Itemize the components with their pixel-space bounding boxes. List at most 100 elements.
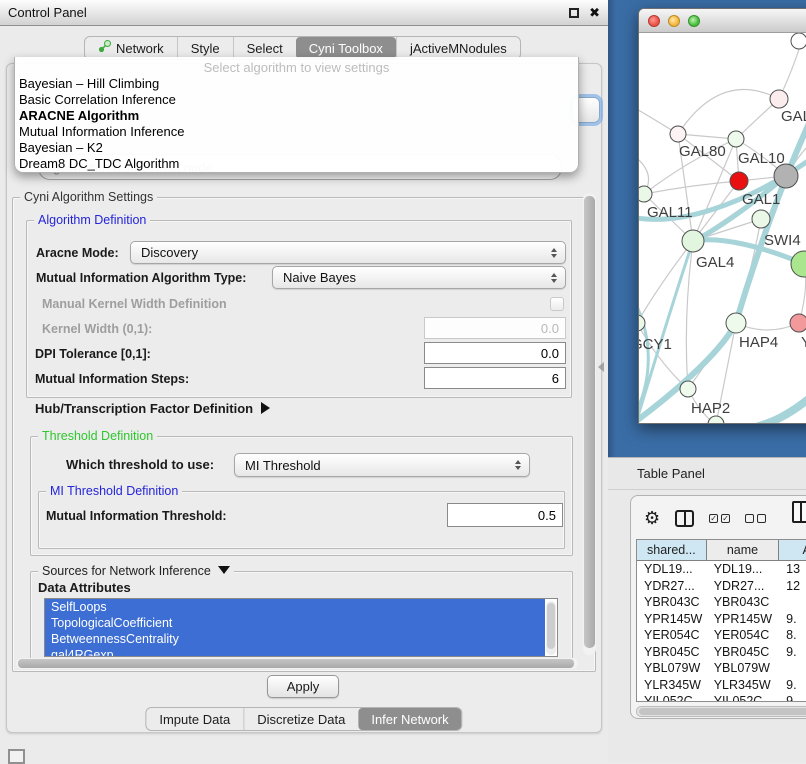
which-threshold-label: Which threshold to use: [66,457,214,472]
network-node-gal10[interactable] [728,131,744,147]
table-row[interactable]: YDR27...YDR27...12 [637,578,806,595]
network-node-gal80[interactable] [670,126,686,142]
attribute-item-selected[interactable]: SelfLoops [45,599,545,615]
network-node[interactable] [791,251,806,277]
desktop-background: GALGAL80GAL10GAL1GAL11SWI4GAL4HAP4YGCY1H… [608,0,806,457]
table-cell: YPR145W [707,612,779,626]
table-cell: YBR045C [637,645,707,659]
attribute-item-selected[interactable]: TopologicalCoefficient [45,615,545,631]
mi-type-combo[interactable]: Naive Bayes [272,266,566,289]
column-header[interactable]: name [707,540,780,561]
aracne-mode-value: Discovery [131,245,547,260]
algorithm-option[interactable]: Bayesian – Hill Climbing [15,76,578,92]
checked-boxes-icon[interactable]: ✓✓ [709,514,730,523]
dpi-tolerance-field[interactable] [424,342,566,364]
network-node-hap4[interactable] [726,313,746,333]
gear-icon[interactable]: ⚙ [644,508,660,528]
unchecked-boxes-icon[interactable] [745,514,766,523]
algorithm-option[interactable]: Dream8 DC_TDC Algorithm [15,156,578,172]
table-row[interactable]: YBL079WYBL079W [637,660,806,677]
list-scrollbar-thumb[interactable] [547,603,555,649]
table-cell: YIL052C [707,694,779,702]
bottom-tabbar: Impute DataDiscretize DataInfer Network [145,707,462,731]
hub-definition-expander[interactable]: Hub/Transcription Factor Definition [35,401,270,416]
tab-infer-network[interactable]: Infer Network [358,708,461,730]
algorithm-dropdown-popup: Select algorithm to view settings Bayesi… [14,57,579,173]
tab-network[interactable]: Network [85,37,177,59]
tab-cyni-toolbox[interactable]: Cyni Toolbox [296,37,396,59]
table-horizontal-thumb[interactable] [639,708,806,715]
network-node[interactable] [708,416,724,424]
network-canvas[interactable]: GALGAL80GAL10GAL1GAL11SWI4GAL4HAP4YGCY1H… [639,33,806,424]
apply-button[interactable]: Apply [267,675,339,698]
table-panel-titlebar: Table Panel [608,457,806,490]
table-cell: YPR145W [637,612,707,626]
network-node[interactable] [791,33,806,49]
list-scrollbar[interactable] [546,601,556,655]
table-row[interactable]: YDL19...YDL19...13 [637,561,806,578]
combo-arrows-icon [547,273,561,283]
tab-impute-data[interactable]: Impute Data [146,708,243,730]
table-row[interactable]: YBR043CYBR043C [637,594,806,611]
tab-label: jActiveMNodules [410,41,507,56]
node-label: GAL [781,108,806,125]
network-node[interactable] [774,164,798,188]
manual-kernel-checkbox[interactable] [550,297,564,311]
network-node-gal4[interactable] [682,230,704,252]
table-row[interactable]: YIL052CYIL052C9 [637,693,806,702]
tab-style[interactable]: Style [177,37,233,59]
kernel-width-field[interactable] [424,317,566,339]
network-node-y[interactable] [790,314,806,332]
aracne-mode-combo[interactable]: Discovery [130,241,566,264]
mi-threshold-field[interactable] [447,503,563,527]
network-node-gal[interactable] [770,90,788,108]
network-edge [678,90,779,134]
settings-vertical-thumb[interactable] [584,196,595,648]
sources-group-title[interactable]: Sources for Network Inference [38,564,234,578]
column-header[interactable]: shared... [637,540,707,561]
table-horizontal-scrollbar[interactable] [636,706,806,717]
network-node-hap2[interactable] [680,381,696,397]
close-icon[interactable]: ✖ [589,8,600,18]
algorithm-option[interactable]: Basic Correlation Inference [15,92,578,108]
checked-box: ✓ [721,514,730,523]
algorithm-option[interactable]: Bayesian – K2 [15,140,578,156]
algorithm-option[interactable]: ARACNE Algorithm [15,108,578,124]
attribute-item-selected[interactable]: BetweennessCentrality [45,631,545,647]
table-row[interactable]: YBR045CYBR045C9. [637,644,806,661]
node-attribute-table: shared...nameA YDL19...YDL19...13YDR27..… [636,539,806,702]
tab-discretize-data[interactable]: Discretize Data [243,708,358,730]
algorithm-option[interactable]: Mutual Information Inference [15,124,578,140]
network-node-swi4[interactable] [752,210,770,228]
float-window-icon[interactable] [569,8,579,18]
table-cell: YDL19... [637,562,707,576]
minimize-traffic-icon[interactable] [668,15,680,27]
columns-icon[interactable] [675,510,694,527]
unchecked-box [745,514,754,523]
table-cell: YDL19... [707,562,779,576]
table-cell: YIL052C [637,694,707,702]
network-node-gal1[interactable] [730,172,748,190]
table-row[interactable]: YER054CYER054C8. [637,627,806,644]
mi-steps-field[interactable] [424,367,566,389]
network-node-gal11[interactable] [639,186,652,202]
right-region: GALGAL80GAL10GAL1GAL11SWI4GAL4HAP4YGCY1H… [608,0,806,762]
tab-jactivemnodules[interactable]: jActiveMNodules [396,37,520,59]
column-header[interactable]: A [779,540,806,561]
table-cell: 9. [779,612,806,626]
tab-select[interactable]: Select [233,37,296,59]
table-cell: YBR043C [707,595,779,609]
zoom-traffic-icon[interactable] [688,15,700,27]
table-icon[interactable] [792,501,806,523]
network-view-window[interactable]: GALGAL80GAL10GAL1GAL11SWI4GAL4HAP4YGCY1H… [638,8,806,424]
which-threshold-combo[interactable]: MI Threshold [234,453,530,477]
panel-divider-handle[interactable] [598,362,604,372]
table-row[interactable]: YPR145WYPR145W9. [637,611,806,628]
attribute-item-selected[interactable]: gal4RGexp [45,647,545,657]
settings-horizontal-thumb[interactable] [18,659,574,668]
mi-type-value: Naive Bayes [273,270,547,285]
unchecked-box [757,514,766,523]
node-label: GCY1 [639,336,672,353]
close-traffic-icon[interactable] [648,15,660,27]
table-row[interactable]: YLR345WYLR345W9. [637,677,806,694]
